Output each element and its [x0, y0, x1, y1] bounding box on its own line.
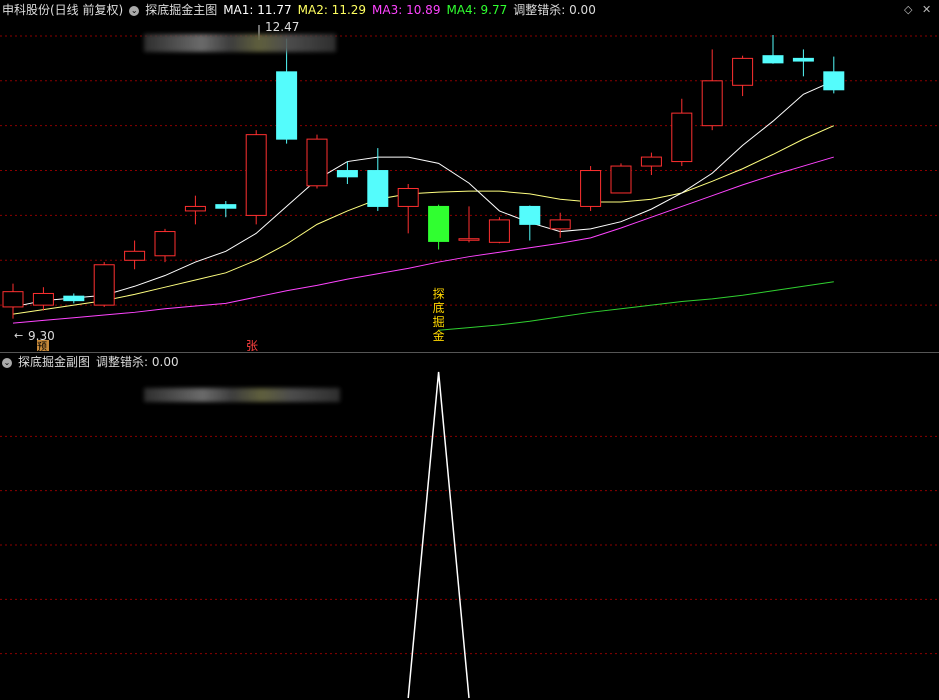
- sub-grid: [0, 435, 939, 655]
- chevron-down-icon[interactable]: ⌄: [2, 357, 12, 368]
- sub-indicator-name[interactable]: 探底掘金副图: [18, 355, 90, 369]
- candle-body: [823, 71, 845, 91]
- candle: [428, 204, 450, 250]
- candle-body: [519, 205, 541, 225]
- candle: [549, 212, 571, 238]
- candle: [671, 98, 693, 167]
- stock-title[interactable]: 申科股份(日线 前复权): [2, 3, 123, 17]
- candle: [397, 184, 419, 234]
- main-grid: [0, 35, 939, 306]
- main-indicator-name[interactable]: 探底掘金主图: [145, 3, 217, 17]
- candle-body: [367, 170, 389, 207]
- candle-body: [428, 205, 450, 242]
- candle-body: [792, 57, 814, 62]
- candle: [63, 293, 85, 304]
- candle-body: [32, 292, 54, 306]
- candle-body: [154, 231, 176, 257]
- candle: [336, 161, 358, 184]
- high-price-label: 12.47: [265, 20, 299, 34]
- candle: [762, 35, 784, 64]
- candle-body: [458, 238, 480, 241]
- ma4-value: MA4: 9.77: [446, 3, 508, 17]
- candle-body: [245, 134, 267, 216]
- close-icon[interactable]: ✕: [922, 3, 931, 16]
- candle-body: [640, 156, 662, 167]
- ma1-value: MA1: 11.77: [223, 3, 292, 17]
- candle-body: [184, 205, 206, 212]
- candle-body: [762, 55, 784, 64]
- candle: [458, 206, 480, 243]
- candle-body: [549, 219, 571, 230]
- candle-body: [701, 80, 723, 127]
- candle: [701, 49, 723, 131]
- candle: [640, 152, 662, 176]
- low-arrow: ←: [14, 329, 23, 342]
- ma4-line: [438, 281, 834, 331]
- candlestick-chart: 12.47 ← 9.30 预 张 探底掘金: [0, 20, 939, 699]
- candle: [184, 195, 206, 225]
- candle: [519, 205, 541, 241]
- candle: [215, 201, 237, 218]
- candle: [488, 217, 510, 244]
- candle-body: [336, 170, 358, 178]
- signal-char: 金: [433, 328, 445, 343]
- candle: [823, 56, 845, 94]
- signal-char: 底: [433, 300, 445, 315]
- signal-char: 掘: [433, 314, 445, 329]
- candle: [792, 49, 814, 77]
- candle-body: [276, 71, 298, 140]
- candle-body: [580, 170, 602, 207]
- signal-text: 探底掘金: [433, 287, 445, 343]
- blurred-watermark: [144, 34, 336, 52]
- candle: [124, 240, 146, 270]
- candle-body: [93, 264, 115, 306]
- main-header: 申科股份(日线 前复权) ⌄ 探底掘金主图 MA1: 11.77 MA2: 11.29 M…: [2, 1, 602, 19]
- candle: [245, 130, 267, 225]
- candle: [32, 287, 54, 311]
- candle-body: [306, 138, 328, 187]
- chevron-down-icon[interactable]: ⌄: [129, 5, 140, 16]
- candle-body: [2, 291, 24, 308]
- sub-signal-line: [407, 371, 470, 699]
- blurred-watermark: [144, 388, 340, 402]
- sub-plot: [407, 371, 470, 699]
- candle-body: [124, 250, 146, 261]
- candle-body: [610, 165, 632, 194]
- sub-header: ⌄ 探底掘金副图 调整错杀: 0.00: [2, 353, 185, 371]
- signal-char: 探: [433, 287, 445, 301]
- candle-body: [488, 219, 510, 243]
- ma2-value: MA2: 11.29: [297, 3, 367, 17]
- candles: [2, 35, 845, 319]
- ma3-value: MA3: 10.89: [372, 3, 441, 17]
- candle: [580, 166, 602, 211]
- adjust-value: 调整错杀: 0.00: [513, 3, 596, 17]
- candle: [276, 38, 298, 144]
- candle-body: [397, 187, 419, 207]
- sub-adjust-value: 调整错杀: 0.00: [96, 355, 179, 369]
- diamond-icon[interactable]: ◇: [904, 3, 912, 16]
- candle-body: [671, 112, 693, 163]
- candle: [306, 134, 328, 189]
- candle-body: [732, 57, 754, 86]
- badge-zhang: 张: [246, 339, 258, 353]
- candle-body: [215, 204, 237, 209]
- candle: [732, 55, 754, 97]
- candle: [610, 163, 632, 194]
- candle: [93, 262, 115, 307]
- candle: [154, 228, 176, 263]
- candle-body: [63, 295, 85, 302]
